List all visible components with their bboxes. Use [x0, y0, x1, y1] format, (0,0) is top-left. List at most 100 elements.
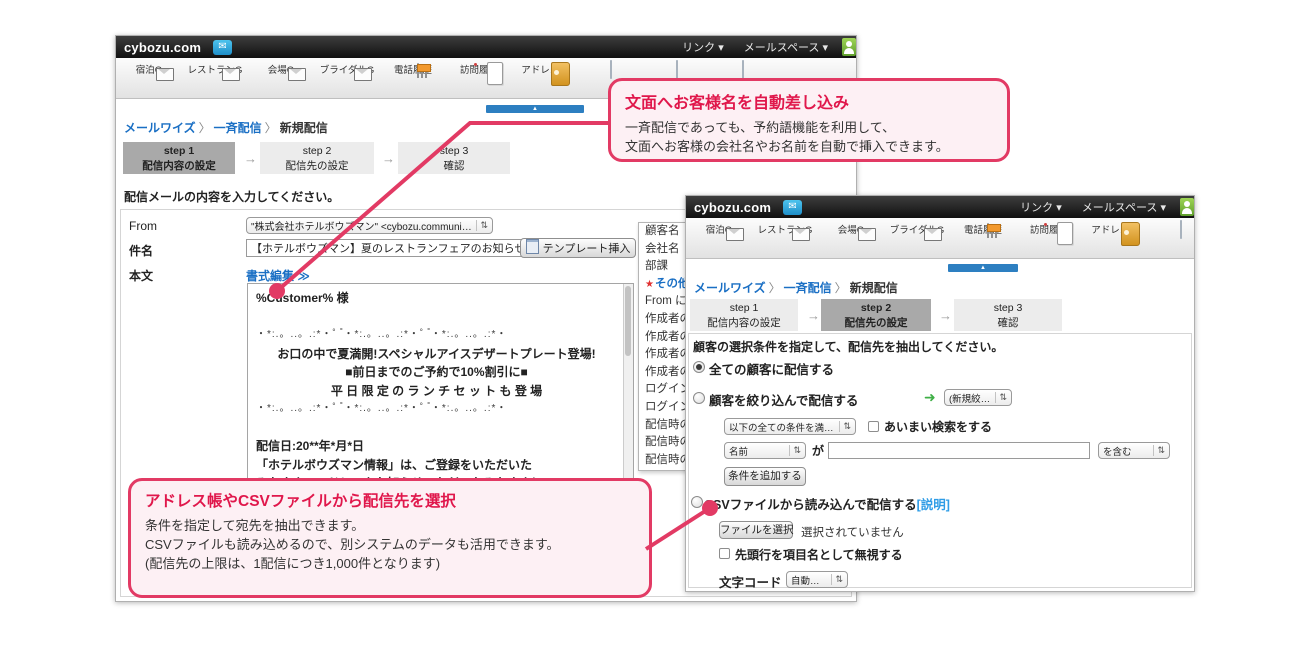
step1-box: step 1配信内容の設定	[123, 142, 235, 174]
left-topbar: cybozu.com ✉ リンク ▾ メールスペース ▾	[116, 36, 856, 58]
step2-box: step 2配信先の設定	[821, 299, 931, 331]
choose-file-button[interactable]: ファイルを選択	[719, 521, 793, 539]
callout-csv-select: アドレス帳やCSVファイルから配信先を選択 条件を指定して宛先を抽出できます。 …	[128, 478, 652, 598]
pin-icon: ★	[645, 279, 654, 290]
compose-instruction: 配信メールの内容を入力してください。	[124, 188, 339, 205]
match-type-select[interactable]: を含む⇅	[1098, 442, 1170, 459]
body-line	[256, 419, 617, 438]
breadcrumb-current: 新規配信	[850, 281, 898, 295]
add-condition-button[interactable]: 条件を追加する	[724, 467, 806, 486]
toolbar-item-phone-history[interactable]: 電話履歴	[950, 218, 1016, 258]
file-status-text: 選択されていません	[801, 524, 904, 540]
right-toolbar: 宿泊G レストランG 会場G ブライダルG 電話履歴 訪問履歴 アドレス帳	[686, 218, 1194, 259]
window-compose-step2: cybozu.com ✉ リンク ▾ メールスペース ▾ 宿泊G レストランG …	[685, 195, 1195, 592]
saved-filter-select[interactable]: (新規絞込)⇅	[944, 389, 1012, 406]
radio-all-customers[interactable]	[693, 361, 705, 373]
select-stepper-icon: ⇅	[839, 421, 851, 432]
step-arrow: →	[807, 308, 820, 323]
step2-box: step 2配信先の設定	[260, 142, 374, 174]
radio-csv-import[interactable]	[691, 496, 703, 508]
breadcrumb-section[interactable]: 一斉配信	[214, 121, 262, 135]
breadcrumb: メールワイズ〉一斉配信〉新規配信	[694, 279, 898, 296]
mail-app-icon[interactable]: ✉	[213, 40, 232, 55]
radio-all-customers-label: 全ての顧客に配信する	[709, 359, 834, 378]
ignore-header-checkbox[interactable]	[719, 548, 730, 559]
toolbar-item-shukuhaku[interactable]: 宿泊G	[686, 218, 752, 258]
select-stepper-icon: ⇅	[831, 574, 843, 585]
template-icon	[526, 239, 539, 254]
toolbar-item-visit-history[interactable]: 訪問履歴	[446, 58, 512, 98]
toolbar-item-addressbook[interactable]: アドレス帳	[512, 58, 578, 98]
toolbar-item-phone-history[interactable]: 電話履歴	[380, 58, 446, 98]
partial-icon	[1180, 220, 1182, 239]
user-icon[interactable]	[1180, 198, 1194, 216]
link-menu[interactable]: リンク ▾	[672, 39, 734, 55]
select-stepper-icon: ⇅	[995, 392, 1007, 403]
csv-help-link[interactable]: [説明]	[917, 498, 950, 512]
toolbar-item-bridal[interactable]: ブライダルG	[884, 218, 950, 258]
callout-auto-merge: 文面へお客様名を自動差し込み 一斉配信であっても、予約語機能を利用して、 文面へ…	[608, 78, 1010, 162]
radio-filter-customers-label: 顧客を絞り込んで配信する	[709, 390, 858, 409]
body-label: 本文	[129, 267, 153, 284]
app-indicator: ▲	[948, 264, 1018, 272]
radio-filter-customers[interactable]	[693, 392, 705, 404]
condition-logic-select[interactable]: 以下の全ての条件を満たす⇅	[724, 418, 856, 435]
breadcrumb-app[interactable]: メールワイズ	[124, 121, 196, 135]
toolbar-item-partial[interactable]	[1148, 218, 1214, 258]
step3-box: step 3確認	[398, 142, 510, 174]
from-select[interactable]: "株式会社ホテルボウズマン" <cybozu.community@gmail.c…	[246, 217, 493, 234]
step-arrow: →	[244, 151, 257, 166]
user-icon[interactable]	[842, 38, 856, 56]
app-indicator: ▲	[486, 105, 584, 113]
step-arrow: →	[939, 308, 952, 323]
body-line: 配信日:20**年*月*日	[256, 437, 617, 456]
select-stepper-icon: ⇅	[789, 445, 801, 456]
body-line: 「ホテルボウズマン情報」は、ご登録をいただいた	[256, 456, 617, 475]
toolbar-item-shukuhaku[interactable]: 宿泊G	[116, 58, 182, 98]
callout-title: 文面へお客様名を自動差し込み	[625, 89, 993, 113]
breadcrumb: メールワイズ〉一斉配信〉新規配信	[124, 119, 328, 136]
toolbar-item-restaurant[interactable]: レストランG	[752, 218, 818, 258]
select-stepper-icon: ⇅	[476, 220, 488, 231]
cybozu-logo: cybozu.com	[124, 40, 201, 55]
breadcrumb-section[interactable]: 一斉配信	[784, 281, 832, 295]
breadcrumb-current: 新規配信	[280, 121, 328, 135]
right-topbar: cybozu.com ✉ リンク ▾ メールスペース ▾	[686, 196, 1194, 218]
body-line	[256, 308, 617, 327]
toolbar-item-addressbook[interactable]: アドレス帳	[1082, 218, 1148, 258]
field-select[interactable]: 名前⇅	[724, 442, 806, 459]
toolbar-item-kaijo[interactable]: 会場G	[818, 218, 884, 258]
template-insert-button[interactable]: テンプレート挿入	[520, 238, 636, 258]
body-line: ・*:.。..。.:*・゜゚・*:.。..。.:*・゜゚・*:.。..。.:*・	[256, 400, 617, 419]
mailspace-menu[interactable]: メールスペース ▾	[1072, 199, 1176, 215]
cybozu-logo: cybozu.com	[694, 200, 771, 215]
mail-app-icon[interactable]: ✉	[783, 200, 802, 215]
charset-select[interactable]: 自動判定⇅	[786, 571, 848, 588]
page: cybozu.com ✉ リンク ▾ メールスペース ▾ 宿泊G レストランG …	[0, 0, 1300, 650]
breadcrumb-app[interactable]: メールワイズ	[694, 281, 766, 295]
green-arrow-icon: ➜	[924, 389, 936, 406]
filter-value-input[interactable]	[828, 442, 1090, 459]
subject-label: 件名	[129, 242, 153, 259]
partial-icon	[676, 60, 678, 79]
body-line: %Customer% 様	[256, 289, 617, 308]
particle-label: が	[812, 442, 824, 459]
toolbar-item-visit-history[interactable]: 訪問履歴	[1016, 218, 1082, 258]
from-label: From	[129, 219, 157, 233]
partial-icon	[610, 60, 612, 79]
format-edit-link[interactable]: 書式編集 ≫	[246, 267, 310, 284]
fuzzy-search-label: あいまい検索をする	[884, 418, 992, 435]
toolbar-item-kaijo[interactable]: 会場G	[248, 58, 314, 98]
step1-box: step 1配信内容の設定	[690, 299, 798, 331]
step-arrow: →	[382, 151, 395, 166]
toolbar-item-restaurant[interactable]: レストランG	[182, 58, 248, 98]
fuzzy-search-checkbox[interactable]	[868, 421, 879, 432]
body-line: 平 日 限 定 の ラ ン チ セ ッ ト も 登 場	[256, 382, 617, 401]
step3-box: step 3確認	[954, 299, 1062, 331]
body-line: ■前日までのご予約で10%割引に■	[256, 363, 617, 382]
select-stepper-icon: ⇅	[1153, 445, 1165, 456]
mailspace-menu[interactable]: メールスペース ▾	[734, 39, 838, 55]
link-menu[interactable]: リンク ▾	[1010, 199, 1072, 215]
toolbar-item-bridal[interactable]: ブライダルG	[314, 58, 380, 98]
radio-csv-import-label: CSVファイルから読み込んで配信する[説明]	[704, 494, 950, 513]
